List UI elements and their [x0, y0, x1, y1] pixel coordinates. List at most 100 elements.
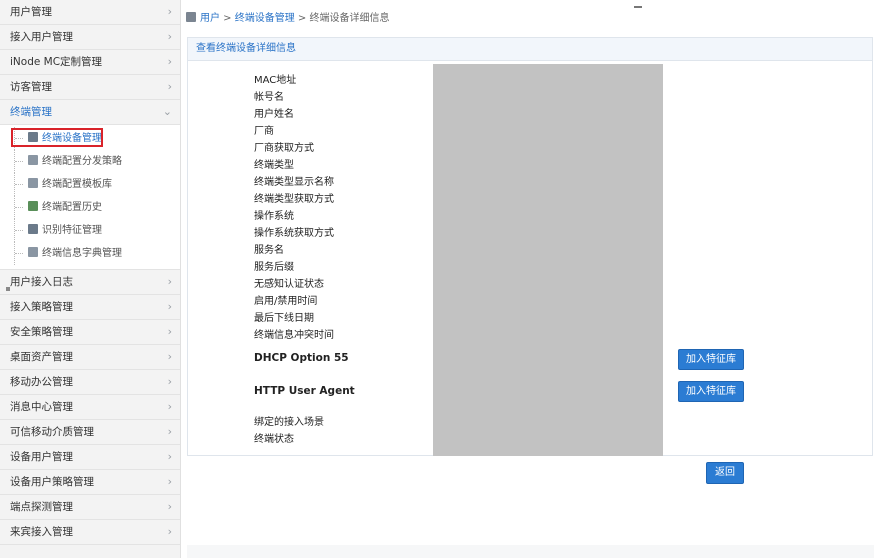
config-dispatch-icon [28, 155, 38, 165]
field-label: 终端状态 [254, 434, 294, 445]
field-label-dhcp: DHCP Option 55 [254, 352, 349, 364]
breadcrumb-section-link[interactable]: 终端设备管理 [235, 13, 295, 24]
sidebar-subitem-label: 终端配置模板库 [42, 179, 112, 190]
field-label: 服务名 [254, 245, 284, 256]
chevron-right-icon: › [167, 500, 172, 513]
sidebar-item-label: 消息中心管理 [10, 401, 73, 413]
chevron-right-icon: › [167, 400, 172, 413]
sidebar-subitem-dictionary[interactable]: 终端信息字典管理 [0, 242, 180, 265]
sidebar-item-label: 接入用户管理 [10, 31, 73, 43]
breadcrumb-root-link[interactable]: 用户 [200, 13, 220, 24]
terminal-device-icon [186, 12, 196, 22]
breadcrumb-separator: > [220, 13, 235, 24]
chevron-right-icon: › [167, 375, 172, 388]
field-label-http-ua: HTTP User Agent [254, 385, 355, 397]
sidebar-item-trusted-media[interactable]: 可信移动介质管理 › [0, 420, 180, 445]
field-label: 无感知认证状态 [254, 279, 324, 290]
sidebar-subitem-label: 识别特征管理 [42, 225, 102, 236]
sidebar-subitem-config-history[interactable]: 终端配置历史 [0, 196, 180, 219]
sidebar-item-terminal-management[interactable]: 终端管理 ⌄ [0, 100, 180, 125]
sidebar-subitem-config-dispatch[interactable]: 终端配置分发策略 [0, 150, 180, 173]
sidebar-item-label: 安全策略管理 [10, 326, 73, 338]
breadcrumb-separator: > [294, 13, 310, 24]
chevron-right-icon: › [167, 5, 172, 18]
field-label: 服务后缀 [254, 262, 294, 273]
chevron-right-icon: › [167, 350, 172, 363]
field-label: MAC地址 [254, 75, 297, 86]
chevron-down-icon: ⌄ [162, 105, 172, 118]
sidebar-item-access-log[interactable]: 用户接入日志 › [0, 270, 180, 295]
terminal-submenu: 终端设备管理 终端配置分发策略 终端配置模板库 终端配置历史 识别特征管理 终端… [0, 125, 180, 270]
sidebar-item-message-center[interactable]: 消息中心管理 › [0, 395, 180, 420]
sidebar-item-inode-mc[interactable]: iNode MC定制管理 › [0, 50, 180, 75]
sidebar-subitem-label: 终端配置历史 [42, 202, 102, 213]
sidebar-item-label: 设备用户管理 [10, 451, 73, 463]
sidebar-item-visitor-management[interactable]: 访客管理 › [0, 75, 180, 100]
terminal-device-icon [28, 132, 38, 142]
feature-icon [28, 224, 38, 234]
breadcrumb: 用户 > 终端设备管理 > 终端设备详细信息 [186, 10, 390, 28]
add-to-feature-library-button[interactable]: 加入特征库 [678, 381, 744, 402]
sidebar-subitem-template-library[interactable]: 终端配置模板库 [0, 173, 180, 196]
sidebar-subitem-label: 终端信息字典管理 [42, 248, 122, 259]
field-label: 绑定的接入场景 [254, 417, 324, 428]
field-label: 终端类型获取方式 [254, 194, 334, 205]
sidebar-item-label: 终端管理 [10, 106, 52, 118]
field-label: 启用/禁用时间 [254, 296, 318, 307]
sidebar-item-label: 访客管理 [10, 81, 52, 93]
field-label: 帐号名 [254, 92, 284, 103]
sidebar-subitem-feature-management[interactable]: 识别特征管理 [0, 219, 180, 242]
chevron-right-icon: › [167, 55, 172, 68]
sidebar-item-user-management[interactable]: 用户管理 › [0, 0, 180, 25]
sidebar-item-label: 端点探测管理 [10, 501, 73, 513]
chevron-right-icon: › [167, 275, 172, 288]
sidebar-item-label: 可信移动介质管理 [10, 426, 94, 438]
sidebar-item-endpoint-detection[interactable]: 端点探测管理 › [0, 495, 180, 520]
sidebar-item-access-policy[interactable]: 接入策略管理 › [0, 295, 180, 320]
sidebar-item-device-user[interactable]: 设备用户管理 › [0, 445, 180, 470]
template-library-icon [28, 178, 38, 188]
sidebar-subitem-label: 终端设备管理 [42, 133, 102, 144]
chevron-right-icon: › [167, 80, 172, 93]
window-minimize-mark [634, 6, 642, 8]
breadcrumb-current: 终端设备详细信息 [309, 13, 390, 24]
sidebar-subitem-terminal-device[interactable]: 终端设备管理 [0, 127, 180, 150]
sidebar-item-label: 移动办公管理 [10, 376, 73, 388]
sidebar-item-label: 桌面资产管理 [10, 351, 73, 363]
sidebar-item-mobile-office[interactable]: 移动办公管理 › [0, 370, 180, 395]
chevron-right-icon: › [167, 475, 172, 488]
field-label: 厂商 [254, 126, 274, 137]
detail-panel: 查看终端设备详细信息 MAC地址 帐号名 用户姓名 厂商 厂商获取方式 终端类型… [187, 37, 873, 456]
sidebar-item-label: 接入策略管理 [10, 301, 73, 313]
sidebar-nav: 用户管理 › 接入用户管理 › iNode MC定制管理 › 访客管理 › 终端管理 ⌄ … [0, 0, 181, 558]
redacted-values-block [433, 64, 663, 456]
field-label: 用户姓名 [254, 109, 294, 120]
sidebar-item-label: 用户接入日志 [10, 276, 73, 288]
field-label: 终端类型显示名称 [254, 177, 334, 188]
sidebar-item-label: 设备用户策略管理 [10, 476, 94, 488]
sidebar-item-desktop-asset[interactable]: 桌面资产管理 › [0, 345, 180, 370]
field-label: 厂商获取方式 [254, 143, 314, 154]
scroll-marker [6, 287, 10, 291]
chevron-right-icon: › [167, 425, 172, 438]
panel-title: 查看终端设备详细信息 [188, 38, 872, 61]
chevron-right-icon: › [167, 450, 172, 463]
field-label: 最后下线日期 [254, 313, 314, 324]
field-label: 终端信息冲突时间 [254, 330, 334, 341]
sidebar-subitem-label: 终端配置分发策略 [42, 156, 122, 167]
field-label: 终端类型 [254, 160, 294, 171]
sidebar-item-label: 来宾接入管理 [10, 526, 73, 538]
sidebar-item-label: 用户管理 [10, 6, 52, 18]
add-to-feature-library-button[interactable]: 加入特征库 [678, 349, 744, 370]
config-history-icon [28, 201, 38, 211]
sidebar-item-guest-access[interactable]: 来宾接入管理 › [0, 520, 180, 545]
bottom-bar [187, 545, 874, 558]
field-label: 操作系统 [254, 211, 294, 222]
sidebar-item-access-user-management[interactable]: 接入用户管理 › [0, 25, 180, 50]
chevron-right-icon: › [167, 300, 172, 313]
chevron-right-icon: › [167, 325, 172, 338]
sidebar-item-security-policy[interactable]: 安全策略管理 › [0, 320, 180, 345]
back-button[interactable]: 返回 [706, 462, 744, 484]
sidebar-item-device-user-policy[interactable]: 设备用户策略管理 › [0, 470, 180, 495]
dictionary-icon [28, 247, 38, 257]
